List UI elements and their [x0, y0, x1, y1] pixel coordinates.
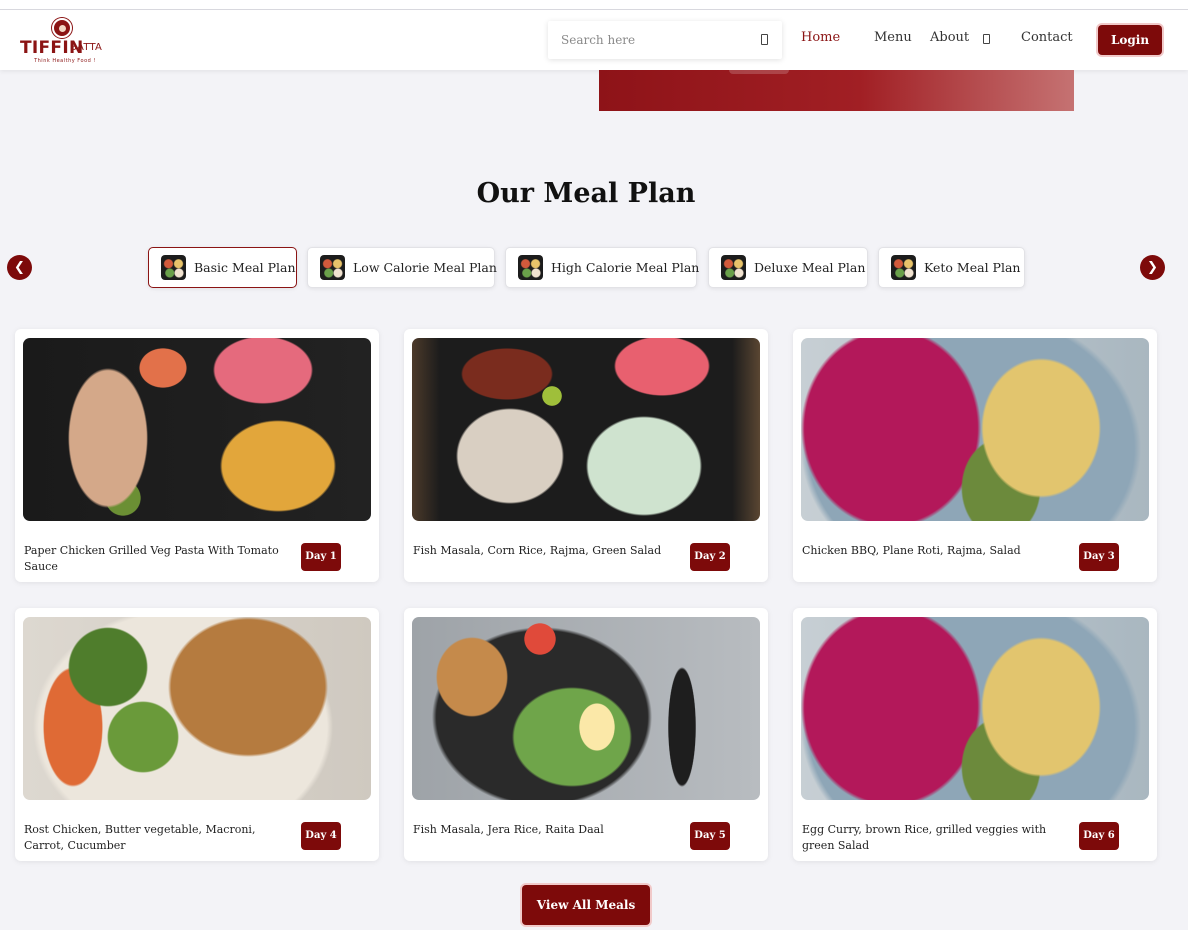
day-badge: Day 6	[1079, 822, 1119, 850]
view-all-meals-button[interactable]: View All Meals	[522, 885, 650, 925]
tab-label: Keto Meal Plan	[924, 260, 1021, 275]
day-badge: Day 5	[690, 822, 730, 850]
tab-label: Low Calorie Meal Plan	[353, 260, 497, 275]
tab-keto-meal-plan[interactable]: Keto Meal Plan	[878, 247, 1025, 288]
meal-description: Paper Chicken Grilled Veg Pasta With Tom…	[24, 544, 279, 573]
tab-basic-meal-plan[interactable]: Basic Meal Plan	[148, 247, 297, 288]
meal-image	[801, 338, 1149, 521]
tab-deluxe-meal-plan[interactable]: Deluxe Meal Plan	[708, 247, 868, 288]
login-button[interactable]: Login	[1098, 25, 1162, 55]
meal-image	[23, 338, 371, 521]
meal-card[interactable]: Paper Chicken Grilled Veg Pasta With Tom…	[15, 329, 379, 582]
tab-high-calorie-meal-plan[interactable]: High Calorie Meal Plan	[505, 247, 700, 288]
meal-card[interactable]: Fish Masala, Corn Rice, Rajma, Green Sal…	[404, 329, 768, 582]
hero-banner	[599, 70, 1074, 111]
plan-thumbnail	[891, 255, 916, 280]
meal-description: Egg Curry, brown Rice, grilled veggies w…	[802, 823, 1047, 852]
meal-card[interactable]: Chicken BBQ, Plane Roti, Rajma, Salad Da…	[793, 329, 1157, 582]
meal-image	[23, 617, 371, 800]
tab-label: Deluxe Meal Plan	[754, 260, 866, 275]
meal-image	[801, 617, 1149, 800]
plan-thumbnail	[721, 255, 746, 280]
meal-card[interactable]: Rost Chicken, Butter vegetable, Macroni,…	[15, 608, 379, 861]
nav-home[interactable]: Home	[801, 30, 840, 45]
meal-image	[412, 617, 760, 800]
chevron-down-icon[interactable]	[983, 34, 990, 44]
plan-thumbnail	[320, 255, 345, 280]
day-badge: Day 1	[301, 543, 341, 571]
day-badge: Day 3	[1079, 543, 1119, 571]
nav-contact[interactable]: Contact	[1021, 30, 1073, 45]
meal-image	[412, 338, 760, 521]
chef-mascot-icon	[52, 18, 72, 38]
tab-label: High Calorie Meal Plan	[551, 260, 700, 275]
search-input[interactable]	[548, 21, 748, 59]
top-strip	[0, 0, 1188, 10]
nav-menu[interactable]: Menu	[874, 30, 912, 45]
meal-description: Chicken BBQ, Plane Roti, Rajma, Salad	[802, 544, 1021, 557]
meal-card[interactable]: Fish Masala, Jera Rice, Raita Daal Day 5	[404, 608, 768, 861]
plan-thumbnail	[518, 255, 543, 280]
meal-description: Fish Masala, Jera Rice, Raita Daal	[413, 823, 604, 836]
search-box	[548, 21, 782, 59]
tab-label: Basic Meal Plan	[194, 260, 296, 275]
section-title: Our Meal Plan	[476, 178, 696, 209]
carousel-next-button[interactable]: ❯	[1140, 255, 1165, 280]
search-icon[interactable]	[761, 34, 768, 45]
nav-about[interactable]: About	[930, 30, 969, 45]
meal-description: Fish Masala, Corn Rice, Rajma, Green Sal…	[413, 544, 662, 557]
brand-name-sub: BATTA	[70, 42, 103, 53]
plan-thumbnail	[161, 255, 186, 280]
day-badge: Day 2	[690, 543, 730, 571]
carousel-prev-button[interactable]: ❮	[7, 255, 32, 280]
meal-description: Rost Chicken, Butter vegetable, Macroni,…	[24, 823, 256, 852]
brand-tagline: Think Healthy Food !	[34, 58, 96, 64]
site-header: TIFFIN BATTA Think Healthy Food ! Home M…	[0, 10, 1188, 70]
tab-low-calorie-meal-plan[interactable]: Low Calorie Meal Plan	[307, 247, 497, 288]
meal-card[interactable]: Egg Curry, brown Rice, grilled veggies w…	[793, 608, 1157, 861]
brand-logo[interactable]: TIFFIN BATTA Think Healthy Food !	[20, 18, 104, 64]
day-badge: Day 4	[301, 822, 341, 850]
